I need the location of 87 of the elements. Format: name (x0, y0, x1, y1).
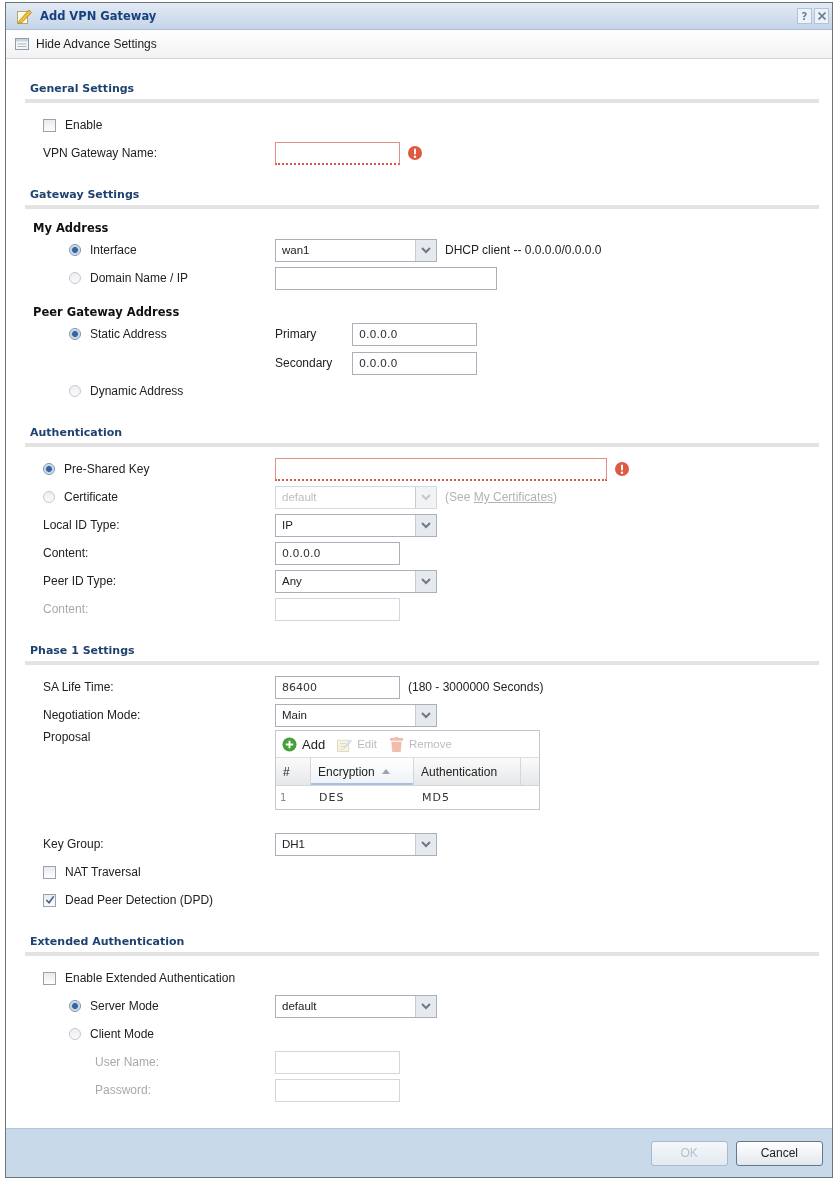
text-field[interactable]: 0.0.0.0 (352, 322, 477, 346)
help-button[interactable]: ? (797, 8, 812, 24)
field-label: User Name: (95, 1055, 159, 1069)
radio-label[interactable]: Interface (90, 243, 137, 257)
checkbox-label[interactable]: Enable (65, 118, 103, 132)
close-icon (817, 12, 826, 20)
radio-label[interactable]: Server Mode (90, 999, 159, 1013)
chevron-down-icon (415, 833, 436, 855)
section-heading: Gateway Settings (29, 187, 141, 203)
section-heading: Phase 1 Settings (29, 643, 136, 659)
table-icon (15, 38, 29, 50)
field-label: Key Group: (43, 837, 104, 851)
window-title: Add VPN Gateway (40, 9, 157, 23)
text-field[interactable] (275, 266, 497, 290)
add-icon (282, 736, 297, 752)
checkbox-label[interactable]: NAT Traversal (65, 865, 141, 879)
checkbox[interactable] (43, 893, 56, 907)
sort-ascending-icon (381, 769, 390, 774)
dropdown[interactable]: Main (275, 703, 437, 727)
field-label: Negotiation Mode: (43, 708, 141, 722)
field-label: Content: (43, 602, 89, 616)
checkbox[interactable] (43, 971, 56, 985)
text-field[interactable]: 0.0.0.0 (275, 541, 400, 565)
radio-label[interactable]: Client Mode (90, 1027, 155, 1041)
radio-label[interactable]: Certificate (64, 490, 119, 504)
radio-label[interactable]: Static Address (90, 327, 167, 341)
radio-button[interactable] (69, 244, 81, 256)
hint-text: DHCP client -- 0.0.0.0/0.0.0.0 (445, 242, 602, 259)
column-header[interactable]: Authentication (414, 758, 521, 785)
chevron-down-icon (415, 514, 436, 536)
text-field[interactable] (275, 457, 607, 481)
text-field[interactable]: 86400 (275, 675, 400, 699)
dropdown[interactable]: DH1 (275, 832, 437, 856)
radio-button[interactable] (69, 1028, 81, 1040)
trash-icon (388, 736, 404, 752)
warning-icon (615, 462, 629, 476)
table-toolbar-button[interactable]: Add (282, 736, 326, 752)
table-cell-text: 1 (279, 792, 289, 803)
close-button[interactable] (814, 8, 829, 24)
dropdown[interactable]: Any (275, 569, 437, 593)
field-label: SA Life Time: (43, 680, 114, 694)
field-label: Content: (43, 546, 89, 560)
chevron-down-icon (415, 570, 436, 592)
radio-label[interactable]: Dynamic Address (90, 384, 184, 398)
checkbox[interactable] (43, 118, 56, 132)
checkbox-label[interactable]: Enable Extended Authentication (65, 971, 236, 985)
radio-button[interactable] (43, 491, 55, 503)
field-label: Password: (95, 1083, 152, 1097)
checkbox-label[interactable]: Dead Peer Detection (DPD) (65, 893, 214, 907)
column-header[interactable]: Encryption (311, 758, 414, 785)
checkmark-icon (44, 895, 55, 905)
dialog-button[interactable]: Cancel (735, 1140, 823, 1166)
section-heading: Extended Authentication (29, 934, 186, 950)
section-heading: General Settings (29, 81, 136, 97)
radio-button[interactable] (69, 328, 81, 340)
hint-text: (See My Certificates) (445, 489, 558, 506)
dropdown[interactable]: IP (275, 513, 437, 537)
chevron-down-icon (415, 486, 436, 508)
radio-button[interactable] (43, 463, 55, 475)
radio-label[interactable]: Domain Name / IP (90, 271, 189, 285)
radio-button[interactable] (69, 272, 81, 284)
dropdown[interactable]: default (275, 994, 437, 1018)
toggle-settings-button[interactable]: Hide Advance Settings (15, 37, 157, 51)
chevron-down-icon (415, 239, 436, 261)
radio-button[interactable] (69, 1000, 81, 1012)
field-label: Primary (275, 327, 318, 341)
radio-button[interactable] (69, 385, 81, 397)
warning-icon (408, 146, 422, 160)
text-field[interactable] (275, 141, 400, 165)
group-heading: Peer Gateway Address (33, 304, 181, 320)
section-heading: Authentication (29, 425, 124, 441)
field-label: VPN Gateway Name: (43, 146, 158, 160)
table-cell-text: DES (318, 791, 346, 804)
field-label: Local ID Type: (43, 518, 120, 532)
table-cell-text: MD5 (421, 791, 451, 804)
checkbox[interactable] (43, 865, 56, 879)
radio-label[interactable]: Pre-Shared Key (64, 462, 150, 476)
field-label: Peer ID Type: (43, 574, 117, 588)
chevron-down-icon (415, 704, 436, 726)
field-label: Secondary (275, 356, 334, 370)
dropdown[interactable]: wan1 (275, 238, 437, 262)
group-heading: My Address (33, 220, 110, 236)
pencil-note-icon (16, 8, 32, 24)
text-field[interactable]: 0.0.0.0 (352, 351, 477, 375)
field-label: Proposal (43, 730, 91, 744)
hint-text: (180 - 3000000 Seconds) (408, 679, 544, 696)
chevron-down-icon (415, 995, 436, 1017)
